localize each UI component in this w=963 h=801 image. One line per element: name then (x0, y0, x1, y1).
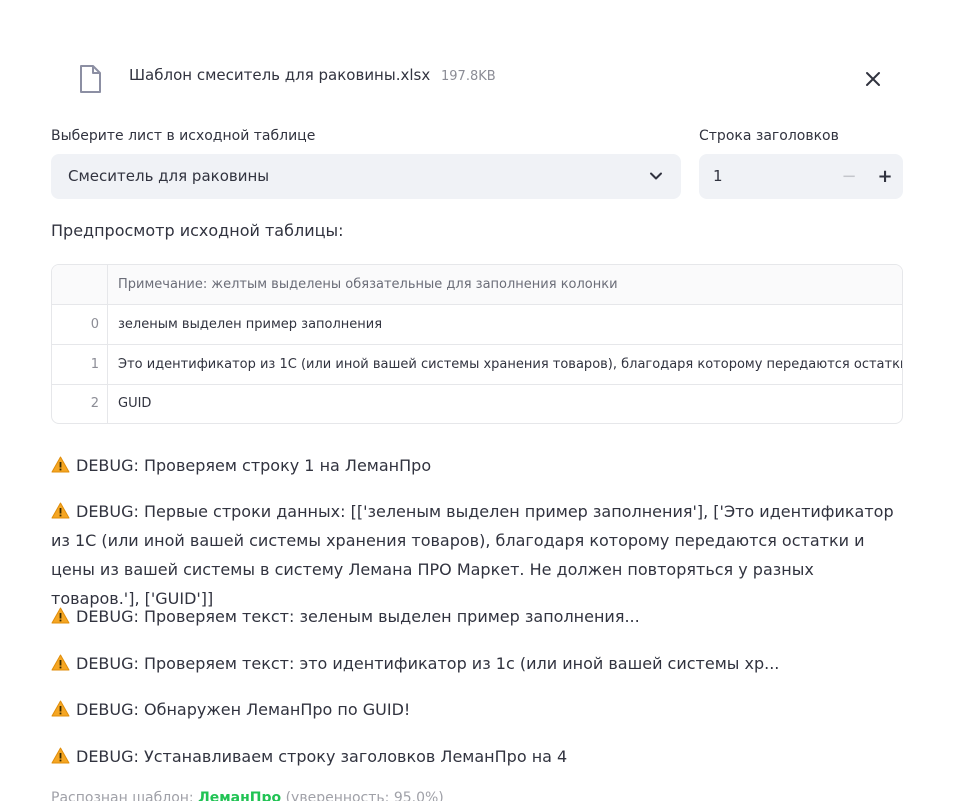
debug-message: DEBUG: Проверяем текст: это идентификато… (51, 649, 903, 678)
table-header-row: Примечание: желтым выделены обязательные… (52, 265, 902, 305)
warning-icon (51, 502, 70, 519)
table-cell[interactable]: GUID (118, 384, 151, 423)
debug-message: DEBUG: Устанавливаем строку заголовков Л… (51, 742, 903, 771)
sheet-select-value: Смеситель для раковины (68, 167, 270, 185)
warning-icon (51, 456, 70, 473)
table-cell[interactable]: зеленым выделен пример заполнения (118, 305, 382, 344)
header-row-value[interactable]: 1 (713, 167, 723, 185)
debug-message: DEBUG: Проверяем текст: зеленым выделен … (51, 602, 903, 631)
file-size: 197.8KB (441, 69, 496, 84)
row-index: 1 (52, 345, 108, 384)
increment-button[interactable]: + (867, 154, 903, 199)
warning-icon (51, 700, 70, 717)
header-row-input[interactable]: 1 − + (699, 154, 903, 199)
table-cell[interactable]: Это идентификатор из 1С (или иной вашей … (118, 345, 902, 384)
sheet-select-label: Выберите лист в исходной таблице (51, 128, 316, 144)
recognized-prefix: Распознан шаблон: (51, 790, 194, 801)
debug-text: DEBUG: Обнаружен ЛеманПро по GUID! (76, 700, 411, 719)
warning-icon (51, 747, 70, 764)
file-name: Шаблон смеситель для раковины.xlsx (129, 66, 431, 84)
chevron-down-icon (650, 172, 662, 180)
close-icon[interactable] (861, 67, 885, 91)
file-name-line: Шаблон смеситель для раковины.xlsx 197.8… (129, 66, 496, 84)
index-header-cell (52, 265, 108, 304)
column-header[interactable]: Примечание: желтым выделены обязательные… (118, 265, 618, 304)
preview-table[interactable]: Примечание: желтым выделены обязательные… (51, 264, 903, 424)
table-row: 2 GUID (52, 384, 902, 423)
table-row: 0 зеленым выделен пример заполнения (52, 305, 902, 345)
app-page: Шаблон смеситель для раковины.xlsx 197.8… (0, 0, 963, 801)
debug-message: DEBUG: Обнаружен ЛеманПро по GUID! (51, 695, 903, 724)
debug-text: DEBUG: Первые строки данных: [['зеленым … (51, 502, 894, 608)
preview-title: Предпросмотр исходной таблицы: (51, 221, 344, 240)
debug-message: DEBUG: Проверяем строку 1 на ЛеманПро (51, 451, 903, 480)
decrement-button[interactable]: − (831, 154, 867, 199)
row-index: 0 (52, 305, 108, 344)
recognized-confidence: (уверенность: 95.0%) (285, 790, 444, 801)
table-row: 1 Это идентификатор из 1С (или иной ваше… (52, 345, 902, 385)
uploaded-file-row: Шаблон смеситель для раковины.xlsx 197.8… (51, 52, 903, 102)
debug-message: DEBUG: Первые строки данных: [['зеленым … (51, 497, 903, 613)
debug-text: DEBUG: Проверяем текст: это идентификато… (76, 654, 780, 673)
recognized-template: ЛеманПро (198, 790, 282, 801)
debug-text: DEBUG: Проверяем текст: зеленым выделен … (76, 607, 640, 626)
debug-text: DEBUG: Проверяем строку 1 на ЛеманПро (76, 456, 432, 475)
warning-icon (51, 654, 70, 671)
debug-text: DEBUG: Устанавливаем строку заголовков Л… (76, 747, 568, 766)
warning-icon (51, 607, 70, 624)
file-icon (80, 65, 101, 93)
row-index: 2 (52, 384, 108, 423)
header-row-label: Строка заголовков (699, 128, 839, 144)
recognized-template-line: Распознан шаблон: ЛеманПро (уверенность:… (51, 790, 444, 801)
sheet-select[interactable]: Смеситель для раковины (51, 154, 681, 199)
